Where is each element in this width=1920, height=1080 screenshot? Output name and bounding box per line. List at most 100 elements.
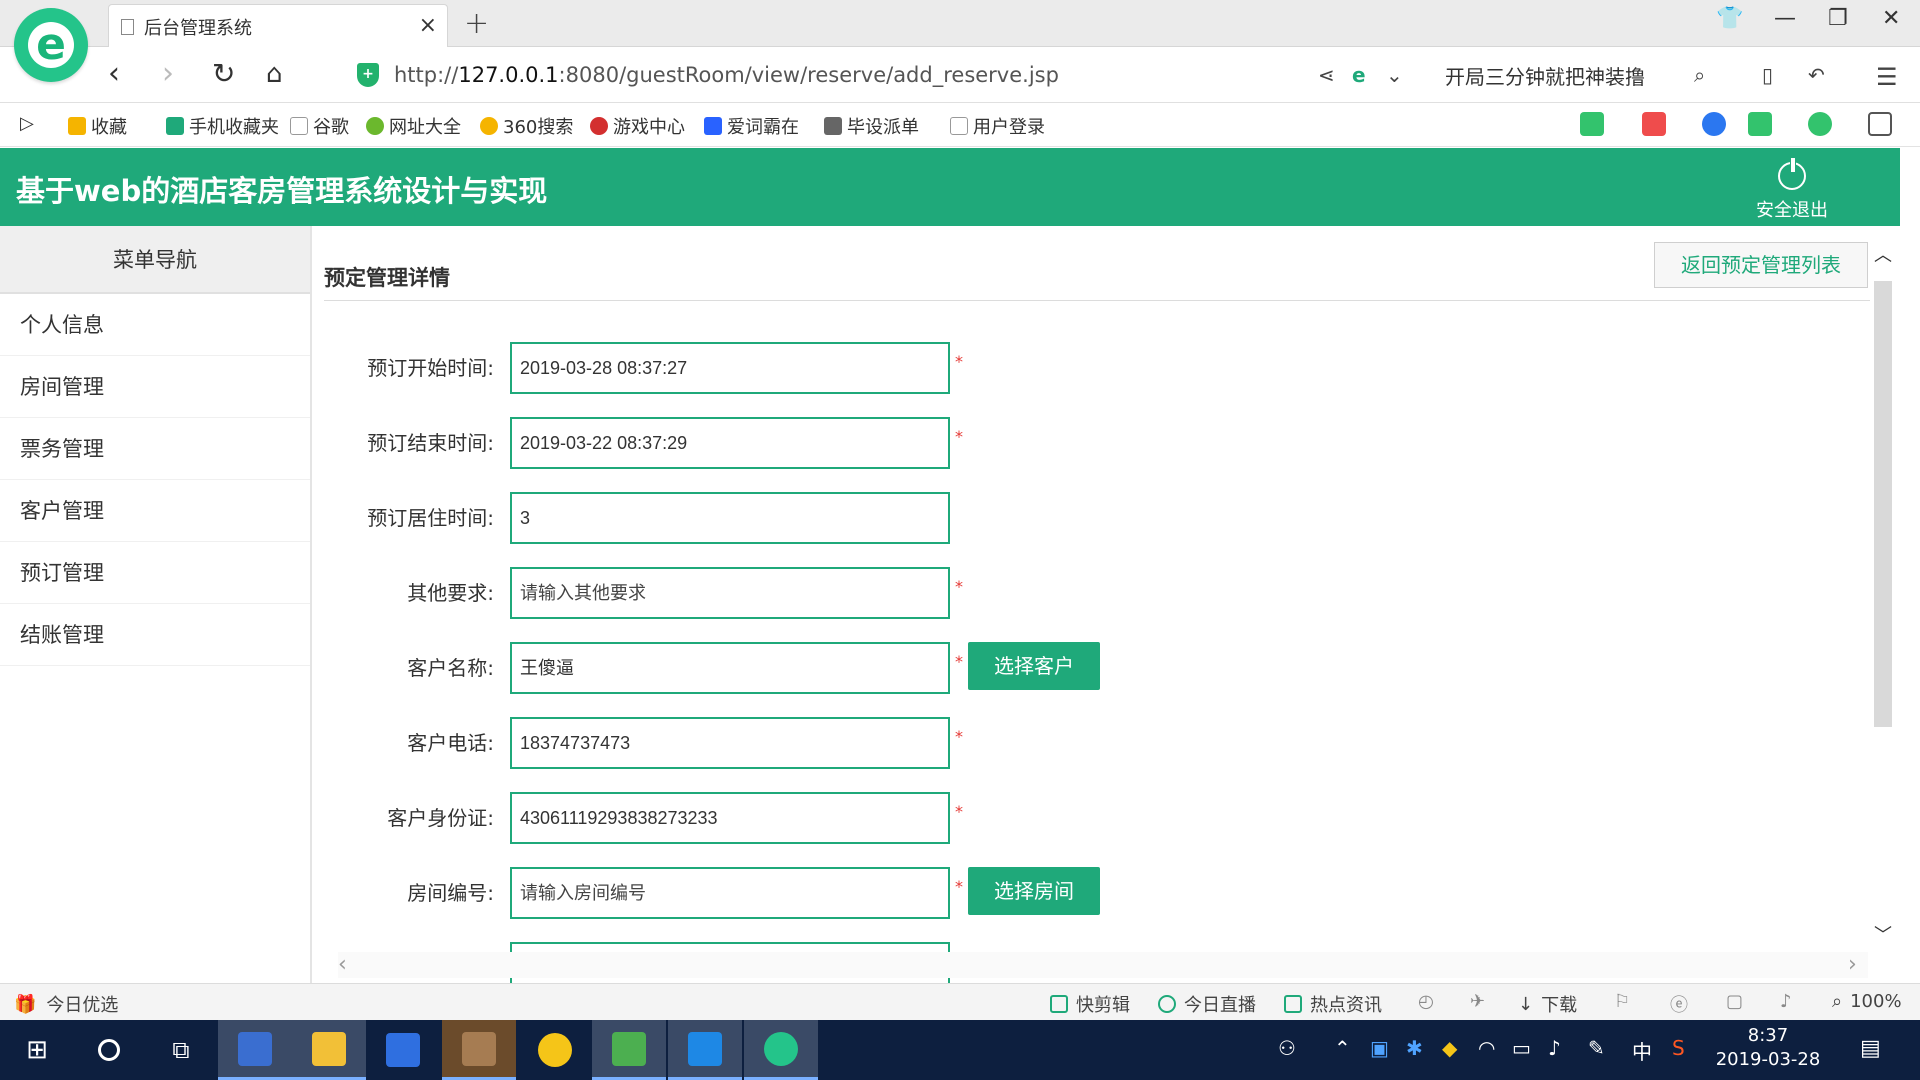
notification-icon[interactable]: ▤ bbox=[1860, 1036, 1881, 1061]
status-download[interactable]: ↓ 下载 bbox=[1518, 991, 1577, 1017]
chevron-down-icon[interactable]: ⌄ bbox=[1386, 63, 1403, 87]
scissors-icon[interactable] bbox=[1642, 112, 1666, 136]
people-icon[interactable]: ⚇ bbox=[1278, 1036, 1296, 1060]
magnifier-icon[interactable] bbox=[1702, 112, 1726, 136]
cortana-button[interactable] bbox=[72, 1020, 146, 1080]
room-no-input[interactable]: 请输入房间编号 bbox=[510, 867, 950, 919]
new-tab-icon[interactable]: + bbox=[464, 6, 489, 41]
speaker-icon[interactable]: ♪ bbox=[1548, 1036, 1561, 1060]
fav-urls[interactable]: 网址大全 bbox=[366, 113, 461, 139]
undo-icon[interactable]: ↶ bbox=[1808, 63, 1825, 87]
search-icon[interactable]: ⌕ bbox=[1694, 63, 1705, 87]
fav-games[interactable]: 游戏中心 bbox=[590, 113, 685, 139]
menu-icon[interactable]: ☰ bbox=[1876, 63, 1898, 91]
home-icon[interactable]: ⌂ bbox=[266, 57, 283, 91]
sidebar-item-tickets[interactable]: 票务管理 bbox=[0, 418, 310, 480]
close-window-icon[interactable]: ✕ bbox=[1882, 6, 1900, 31]
sidebar-item-customers[interactable]: 客户管理 bbox=[0, 480, 310, 542]
translate-icon[interactable] bbox=[1580, 112, 1604, 136]
app-icon bbox=[612, 1031, 646, 1066]
vertical-scrollbar[interactable]: ︿ ﹀ bbox=[1870, 241, 1896, 951]
mobile-icon[interactable]: ▯ bbox=[1762, 63, 1773, 87]
sidebar-item-checkout[interactable]: 结账管理 bbox=[0, 604, 310, 666]
start-time-input[interactable]: 2019-03-28 08:37:27 bbox=[510, 342, 950, 394]
pin-icon[interactable]: ✈ bbox=[1470, 991, 1485, 1012]
fav-mobile[interactable]: 手机收藏夹 bbox=[166, 113, 279, 139]
restore-icon[interactable]: ❐ bbox=[1828, 6, 1848, 31]
start-button[interactable]: ⊞ bbox=[0, 1020, 74, 1080]
daily-picks[interactable]: 🎁 今日优选 bbox=[14, 991, 118, 1017]
wifi-icon[interactable]: ◠ bbox=[1478, 1036, 1495, 1060]
reload-icon[interactable]: ↻ bbox=[212, 57, 235, 91]
fav-iciba[interactable]: 爱词霸在 bbox=[704, 113, 799, 139]
pen-icon[interactable]: ✎ bbox=[1588, 1036, 1605, 1060]
logout-button[interactable]: 安全退出 bbox=[1752, 158, 1832, 222]
scroll-left-icon[interactable]: ‹ bbox=[338, 952, 347, 977]
taskbar-app-4[interactable] bbox=[442, 1020, 516, 1080]
battery-icon[interactable]: ▭ bbox=[1512, 1036, 1531, 1060]
customer-phone-input[interactable]: 18374737473 bbox=[510, 717, 950, 769]
taskbar-app-7[interactable] bbox=[668, 1020, 742, 1080]
browser-tab[interactable]: 后台管理系统 × bbox=[108, 4, 448, 48]
volume-icon[interactable]: ♪ bbox=[1780, 991, 1792, 1012]
clock[interactable]: 8:37 2019-03-28 bbox=[1708, 1024, 1828, 1072]
sidebar-item-rooms[interactable]: 房间管理 bbox=[0, 356, 310, 418]
sidebar-toggle-icon[interactable]: ▷ bbox=[20, 113, 34, 134]
status-news[interactable]: 热点资讯 bbox=[1284, 991, 1382, 1017]
status-live[interactable]: 今日直播 bbox=[1158, 991, 1256, 1017]
taskbar-app-1[interactable] bbox=[218, 1020, 292, 1080]
scroll-thumb[interactable] bbox=[1874, 281, 1892, 727]
fav-google[interactable]: 谷歌 bbox=[290, 113, 349, 139]
speed-icon[interactable]: ◴ bbox=[1418, 991, 1434, 1012]
taskbar-wps[interactable] bbox=[366, 1020, 440, 1080]
taskbar-explorer[interactable] bbox=[292, 1020, 366, 1080]
tray-app-icon[interactable]: ▣ bbox=[1370, 1036, 1389, 1060]
horizontal-scrollbar[interactable]: ‹ › bbox=[338, 952, 1868, 978]
task-view-button[interactable]: ⧉ bbox=[144, 1020, 218, 1080]
fav-bishe[interactable]: 毕设派单 bbox=[824, 113, 919, 139]
taskbar-browser[interactable] bbox=[744, 1020, 818, 1080]
zoom-level[interactable]: ⌕ 100% bbox=[1832, 991, 1902, 1012]
end-time-input[interactable]: 2019-03-22 08:37:29 bbox=[510, 417, 950, 469]
select-room-button[interactable]: 选择房间 bbox=[968, 867, 1100, 915]
ie-icon[interactable]: ⓔ bbox=[1670, 991, 1688, 1017]
sidebar-item-personal-info[interactable]: 个人信息 bbox=[0, 294, 310, 356]
window-icon[interactable]: ▢ bbox=[1726, 991, 1743, 1012]
tray-expand-icon[interactable]: ⌃ bbox=[1334, 1036, 1351, 1060]
fav-collect[interactable]: 收藏 bbox=[68, 113, 127, 139]
sidebar-item-reservations[interactable]: 预订管理 bbox=[0, 542, 310, 604]
customer-name-input[interactable]: 王傻逼 bbox=[510, 642, 950, 694]
back-icon[interactable]: ‹ bbox=[108, 57, 120, 91]
gamepad-icon[interactable] bbox=[1748, 112, 1772, 136]
customer-id-input[interactable]: 430611192938382732​33 bbox=[510, 792, 950, 844]
url-field[interactable]: http://127.0.0.1:8080/guestRoom/view/res… bbox=[394, 63, 1059, 87]
browser-logo[interactable]: e bbox=[14, 8, 88, 82]
select-customer-button[interactable]: 选择客户 bbox=[968, 642, 1100, 690]
fav-login[interactable]: 用户登录 bbox=[950, 113, 1045, 139]
apps-icon[interactable] bbox=[1868, 112, 1892, 136]
shield-icon[interactable] bbox=[1808, 112, 1832, 136]
tray-app-icon[interactable]: ✱ bbox=[1406, 1036, 1423, 1060]
scroll-up-icon[interactable]: ︿ bbox=[1874, 241, 1892, 267]
back-to-list-button[interactable]: 返回预定管理列表 bbox=[1654, 242, 1868, 288]
share-icon[interactable]: ⋖ bbox=[1318, 63, 1335, 87]
scroll-right-icon[interactable]: › bbox=[1848, 952, 1857, 977]
flag-icon[interactable]: ⚐ bbox=[1614, 991, 1630, 1012]
minimize-icon[interactable]: — bbox=[1774, 6, 1796, 31]
engine-icon[interactable]: e bbox=[1352, 63, 1366, 87]
taskbar-app-5[interactable] bbox=[518, 1020, 592, 1080]
skin-icon[interactable]: 👕 bbox=[1716, 6, 1743, 31]
taskbar-app-6[interactable] bbox=[592, 1020, 666, 1080]
other-req-input[interactable]: 请输入其他要求 bbox=[510, 567, 950, 619]
tray-app-icon[interactable]: ◆ bbox=[1442, 1036, 1457, 1060]
sogou-icon[interactable]: S bbox=[1672, 1036, 1685, 1060]
scroll-down-icon[interactable]: ﹀ bbox=[1874, 921, 1892, 947]
fav-360[interactable]: 360搜索 bbox=[480, 113, 573, 139]
stay-time-input[interactable]: 3 bbox=[510, 492, 950, 544]
close-tab-icon[interactable]: × bbox=[419, 13, 437, 38]
status-quick-edit[interactable]: 快剪辑 bbox=[1050, 991, 1130, 1017]
promo-text[interactable]: 开局三分钟就把神装撸 bbox=[1445, 61, 1645, 90]
ime-indicator[interactable]: 中 bbox=[1632, 1036, 1652, 1065]
forward-icon[interactable]: › bbox=[162, 57, 174, 91]
required-mark: * bbox=[955, 802, 963, 821]
